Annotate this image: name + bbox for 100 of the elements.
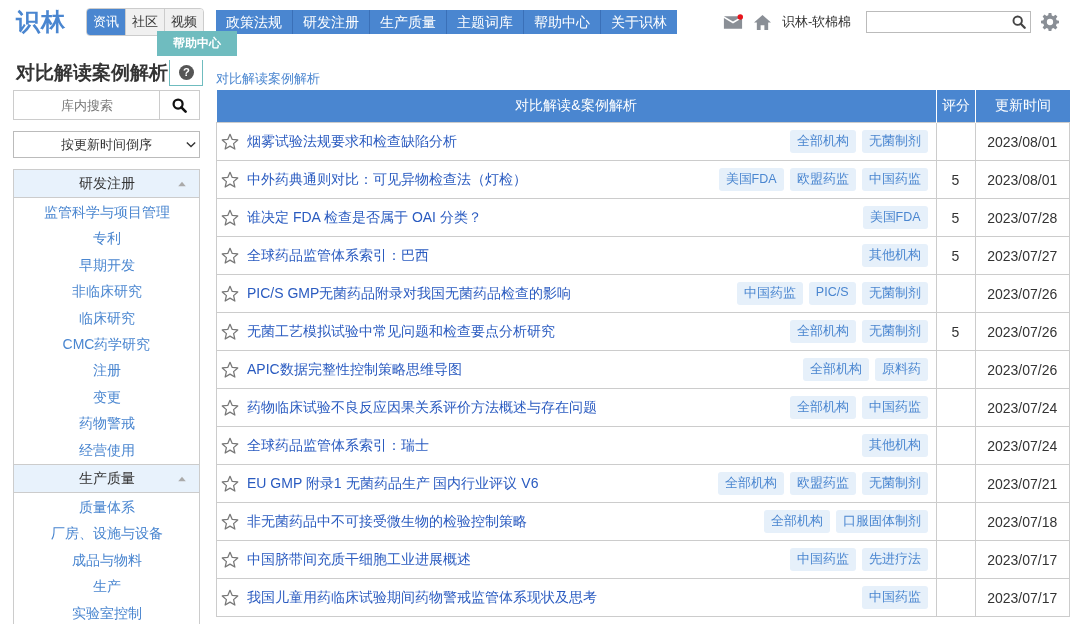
date-text: 2023/07/26 xyxy=(987,361,1058,378)
tag[interactable]: 中国药监 xyxy=(861,586,928,609)
channel-tab[interactable]: 社区 xyxy=(126,9,165,35)
score-text: 5 xyxy=(951,247,960,264)
article-link[interactable]: 全球药品监管体系索引：巴西 xyxy=(247,246,429,265)
tag[interactable]: 先进疗法 xyxy=(861,548,928,571)
category-link[interactable]: 监管科学与项目管理 xyxy=(43,199,170,226)
star-icon[interactable] xyxy=(221,474,239,493)
article-link[interactable]: 药物临床试验不良反应因果关系评价方法概述与存在问题 xyxy=(247,398,597,417)
tag[interactable]: 全部机构 xyxy=(789,320,856,343)
article-link[interactable]: EU GMP 附录1 无菌药品生产 国内行业评议 V6 xyxy=(247,474,539,493)
tag[interactable]: 全部机构 xyxy=(789,396,856,419)
triangle-up-icon xyxy=(177,180,187,187)
star-icon[interactable] xyxy=(221,436,239,455)
user-name[interactable]: 识林-软棉棉 xyxy=(782,13,852,31)
date-text: 2023/07/28 xyxy=(987,209,1058,226)
date-text: 2023/07/17 xyxy=(987,551,1058,568)
category-header[interactable]: 生产质量 xyxy=(14,464,199,494)
nav-link[interactable]: 研发注册 xyxy=(293,10,370,34)
star-icon[interactable] xyxy=(221,170,239,189)
star-icon[interactable] xyxy=(221,208,239,227)
search-field[interactable]: 库内搜索 xyxy=(13,90,160,120)
nav-link[interactable]: 主题词库 xyxy=(447,10,524,34)
star-icon[interactable] xyxy=(221,132,239,151)
mail-icon[interactable] xyxy=(723,13,743,31)
tag[interactable]: 中国药监 xyxy=(736,282,803,305)
category-link[interactable]: 非临床研究 xyxy=(71,278,142,305)
star-icon[interactable] xyxy=(221,284,239,303)
article-link[interactable]: 我国儿童用药临床试验期间药物警戒监管体系现状及思考 xyxy=(247,588,597,607)
category-link[interactable]: 临床研究 xyxy=(78,304,135,332)
help-icon: ? xyxy=(178,65,194,80)
site-logo[interactable]: 识林 xyxy=(16,6,66,38)
tag[interactable]: 其他机构 xyxy=(861,434,928,457)
star-icon[interactable] xyxy=(221,360,239,379)
date-text: 2023/07/24 xyxy=(987,399,1058,416)
tag[interactable]: 中国药监 xyxy=(861,168,928,191)
tag[interactable]: 无菌制剂 xyxy=(861,282,928,305)
star-icon[interactable] xyxy=(221,512,239,531)
settings-icon[interactable] xyxy=(1041,13,1060,31)
article-link[interactable]: APIC数据完整性控制策略思维导图 xyxy=(247,360,462,379)
article-link[interactable]: 谁决定 FDA 检查是否属于 OAI 分类？ xyxy=(247,208,482,227)
channel-tab[interactable]: 资讯 xyxy=(87,9,126,35)
nav-link[interactable]: 关于识林 xyxy=(601,10,677,34)
category-link[interactable]: CMC药学研究 xyxy=(62,331,151,358)
star-icon[interactable] xyxy=(221,322,239,341)
breadcrumb-link[interactable]: 对比解读案例解析 xyxy=(216,70,320,88)
tooltip: 帮助中心 xyxy=(157,31,237,56)
article-link[interactable]: 全球药品监管体系索引：瑞士 xyxy=(247,436,429,455)
date-text: 2023/08/01 xyxy=(987,171,1058,188)
score-text: 5 xyxy=(951,323,960,340)
search-icon xyxy=(172,97,187,113)
category-link[interactable]: 早期开发 xyxy=(78,251,135,279)
tag[interactable]: PIC/S xyxy=(808,282,856,305)
category-header[interactable]: 研发注册 xyxy=(14,170,199,198)
tag[interactable]: 全部机构 xyxy=(763,510,830,533)
star-icon[interactable] xyxy=(221,246,239,265)
page-title: 对比解读案例解析 xyxy=(16,61,168,85)
star-icon[interactable] xyxy=(221,588,239,607)
tag[interactable]: 美国FDA xyxy=(718,168,784,191)
nav-link[interactable]: 生产质量 xyxy=(370,10,447,34)
star-icon[interactable] xyxy=(221,550,239,569)
tag[interactable]: 中国药监 xyxy=(789,548,856,571)
category-link[interactable]: 药物警戒 xyxy=(78,410,135,437)
tag[interactable]: 中国药监 xyxy=(861,396,928,419)
article-link[interactable]: PIC/S GMP无菌药品附录对我国无菌药品检查的影响 xyxy=(247,284,572,303)
tag[interactable]: 全部机构 xyxy=(717,472,784,495)
tag[interactable]: 欧盟药监 xyxy=(789,472,856,495)
category-link[interactable]: 注册 xyxy=(92,357,121,384)
category-link[interactable]: 质量体系 xyxy=(78,494,135,521)
tag[interactable]: 美国FDA xyxy=(862,206,928,229)
home-icon[interactable] xyxy=(753,13,772,31)
tag[interactable]: 欧盟药监 xyxy=(789,168,856,191)
search-field[interactable] xyxy=(866,11,1032,33)
date-text: 2023/07/17 xyxy=(987,589,1058,606)
category-link[interactable]: 变更 xyxy=(92,383,121,411)
star-icon[interactable] xyxy=(221,398,239,417)
article-link[interactable]: 中外药典通则对比：可见异物检查法（灯检） xyxy=(247,170,527,189)
category-link[interactable]: 厂房、设施与设备 xyxy=(50,520,163,547)
nav-link[interactable]: 帮助中心 xyxy=(524,10,601,34)
tag[interactable]: 无菌制剂 xyxy=(861,130,928,153)
category-link[interactable]: 经营使用 xyxy=(78,436,135,464)
tag[interactable]: 其他机构 xyxy=(861,244,928,267)
article-link[interactable]: 非无菌药品中不可接受微生物的检验控制策略 xyxy=(247,512,527,531)
category-link[interactable]: 专利 xyxy=(92,225,121,252)
tag[interactable]: 全部机构 xyxy=(789,130,856,153)
article-link[interactable]: 中国脐带间充质干细胞工业进展概述 xyxy=(247,550,471,569)
tag[interactable]: 口服固体制剂 xyxy=(835,510,928,533)
search-button[interactable] xyxy=(160,90,200,120)
tag[interactable]: 无菌制剂 xyxy=(861,320,928,343)
search-icon[interactable] xyxy=(1012,15,1027,29)
category-link[interactable]: 成品与物料 xyxy=(71,546,142,574)
tag[interactable]: 全部机构 xyxy=(802,358,869,381)
category-link[interactable]: 生产 xyxy=(92,573,121,600)
article-link[interactable]: 无菌工艺模拟试验中常见问题和检查要点分析研究 xyxy=(247,322,555,341)
article-link[interactable]: 烟雾试验法规要求和检查缺陷分析 xyxy=(247,132,457,151)
tag[interactable]: 原料药 xyxy=(874,358,928,381)
category-link[interactable]: 实验室控制 xyxy=(71,599,142,624)
sort-dropdown[interactable]: 按更新时间倒序 xyxy=(13,131,200,158)
help-button[interactable]: ? xyxy=(169,60,203,86)
tag[interactable]: 无菌制剂 xyxy=(861,472,928,495)
